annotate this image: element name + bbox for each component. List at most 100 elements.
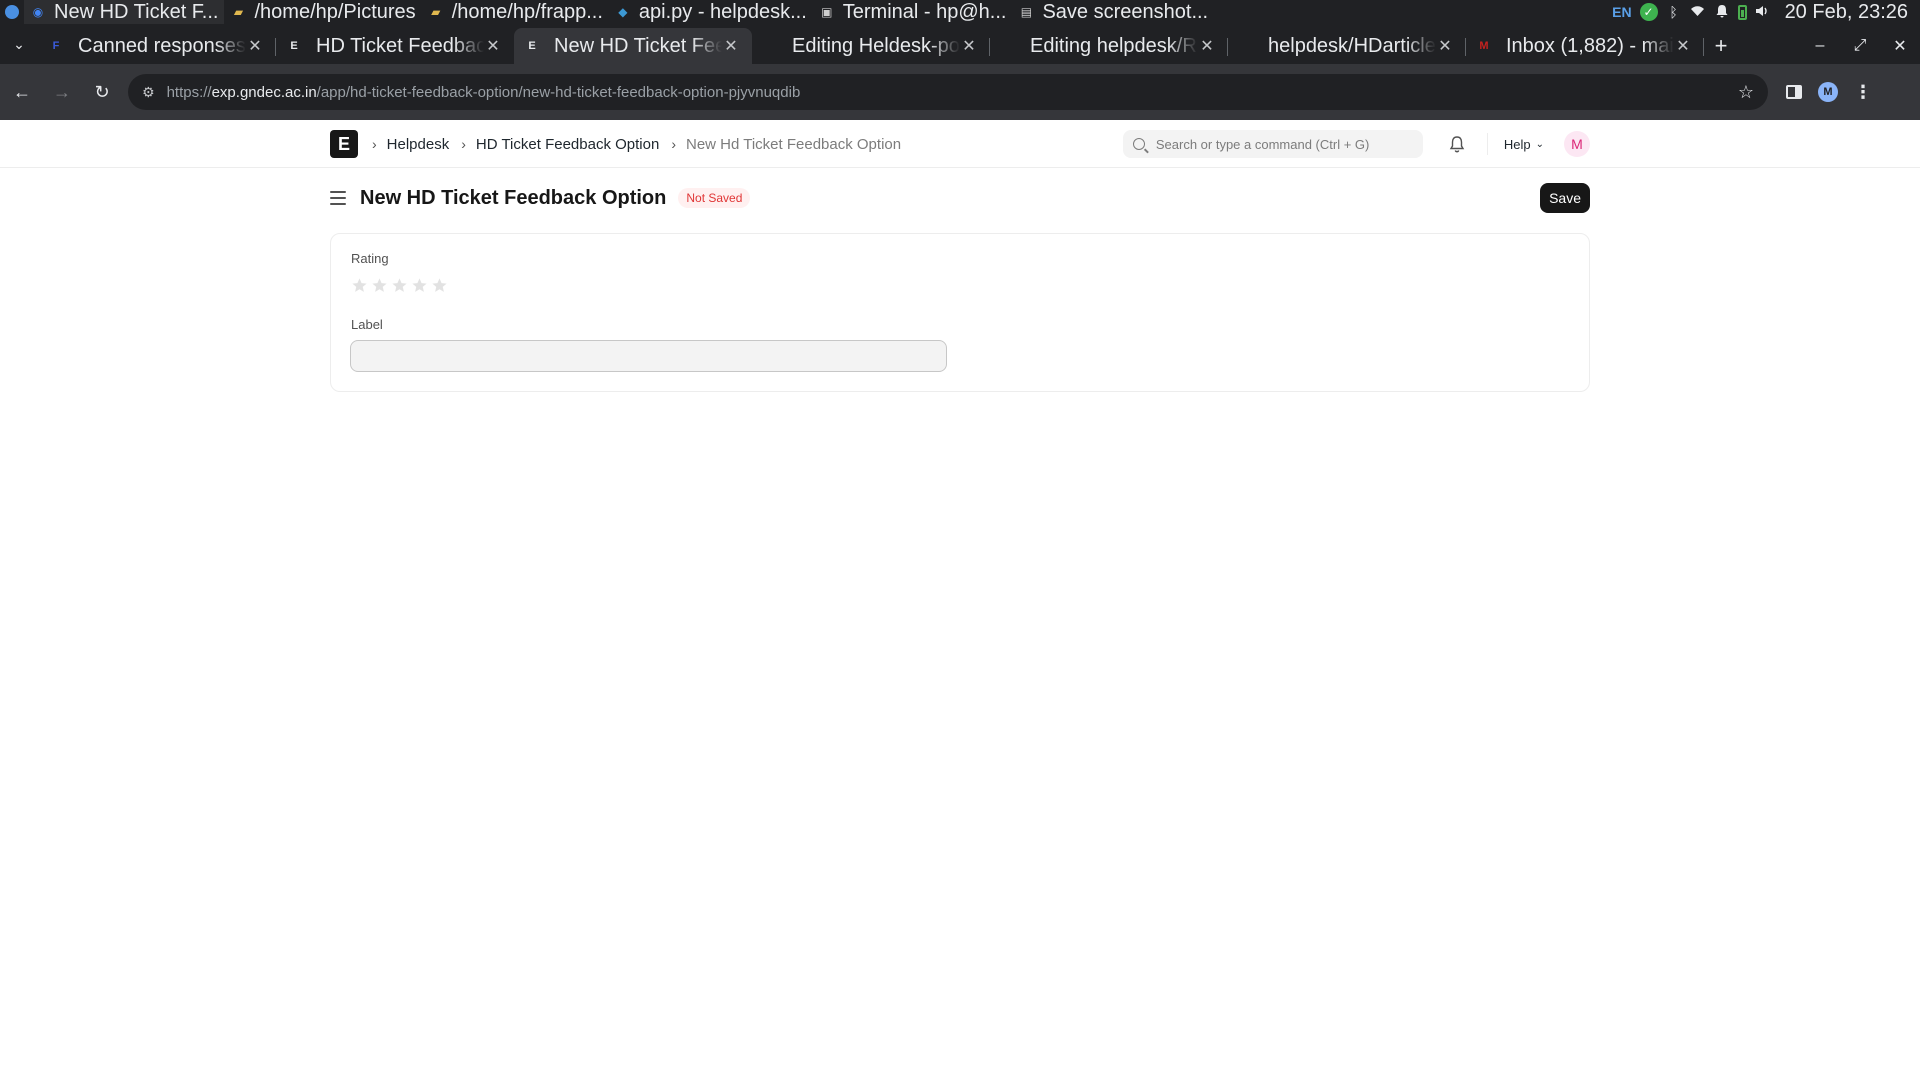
taskbar-item-label: Terminal - hp@h...	[842, 0, 1007, 23]
rating-field[interactable]	[351, 277, 448, 294]
restore-icon[interactable]: ⤢	[1840, 37, 1880, 55]
bluetooth-icon[interactable]: ᛒ	[1666, 4, 1682, 20]
chevron-right-icon: ›	[372, 136, 377, 152]
browser-tab-strip: ⌄ FCanned responses✕EHD Ticket Feedback …	[0, 24, 1920, 64]
taskbar-item[interactable]: ▤ Save screenshot...	[1012, 0, 1214, 24]
taskbar-item[interactable]: ▰ /home/hp/frapp...	[422, 0, 609, 24]
browser-toolbar: ← → ↻ ⚙ https://exp.gndec.ac.in/app/hd-t…	[0, 64, 1920, 120]
browser-tab[interactable]: M Inbox (1,882) - mail ✕	[1466, 28, 1704, 64]
save-button[interactable]: Save	[1540, 183, 1590, 213]
help-label: Help	[1503, 136, 1531, 152]
label-field-label: Label	[351, 317, 383, 332]
side-panel-icon[interactable]	[1786, 85, 1802, 99]
user-avatar[interactable]: M	[1564, 131, 1590, 157]
window-controls: – ⤢ ✕	[1800, 28, 1920, 64]
tab-close-icon[interactable]: ✕	[484, 36, 502, 56]
battery-icon[interactable]	[1737, 4, 1747, 20]
tab-close-icon[interactable]: ✕	[1674, 36, 1692, 56]
rating-star-icon[interactable]	[431, 277, 448, 294]
tab-close-icon[interactable]: ✕	[960, 36, 978, 56]
browser-profile-avatar[interactable]: M	[1818, 82, 1838, 102]
notifications-bell-icon[interactable]	[1449, 135, 1465, 153]
browser-tab[interactable]: E New HD Ticket Feedback Option✕	[514, 28, 752, 64]
screenshot-icon: ▤	[1020, 5, 1033, 19]
taskbar-item-label: /home/hp/frapp...	[451, 0, 603, 23]
browser-tab[interactable]: Editing helpdesk/README✕	[990, 28, 1228, 64]
wifi-icon[interactable]	[1690, 4, 1706, 20]
tab-title: Editing helpdesk/README	[1030, 34, 1198, 57]
taskbar-item[interactable]: ▣ Terminal - hp@h...	[813, 0, 1013, 24]
address-bar[interactable]: ⚙ https://exp.gndec.ac.in/app/hd-ticket-…	[128, 74, 1768, 110]
breadcrumb-helpdesk[interactable]: Helpdesk	[387, 136, 450, 153]
close-window-icon[interactable]: ✕	[1880, 36, 1920, 56]
tab-title: Editing Heldesk-portal	[792, 34, 960, 57]
browser-tab[interactable]: helpdesk/HDarticle ✕	[1228, 28, 1466, 64]
app-logo[interactable]: E	[330, 130, 358, 158]
taskbar-item-label: New HD Ticket F...	[54, 0, 219, 23]
browser-tab[interactable]: E HD Ticket Feedback Option✕	[276, 28, 514, 64]
label-input[interactable]	[350, 340, 947, 372]
tab-favicon-icon	[1238, 38, 1254, 54]
url-text[interactable]: https://exp.gndec.ac.in/app/hd-ticket-fe…	[167, 84, 801, 101]
tab-favicon-icon: E	[528, 40, 536, 52]
rating-star-icon[interactable]	[371, 277, 388, 294]
chevron-right-icon: ›	[461, 136, 466, 152]
forward-arrow-icon[interactable]: →	[44, 74, 80, 110]
bookmark-star-icon[interactable]: ☆	[1738, 82, 1754, 103]
rating-label: Rating	[351, 251, 389, 266]
tab-favicon-icon: E	[290, 40, 298, 52]
tab-favicon-icon: F	[52, 40, 60, 52]
rating-star-icon[interactable]	[351, 277, 368, 294]
browser-menu-icon[interactable]: ⋮	[1854, 82, 1872, 103]
os-taskbar: ◉ New HD Ticket F... ▰ /home/hp/Pictures ▰ /h…	[0, 0, 1920, 24]
clock[interactable]: 20 Feb, 23:26	[1785, 1, 1908, 24]
page-head: New HD Ticket Feedback Option Not Saved …	[330, 182, 1590, 214]
tab-title: HD Ticket Feedback Option	[316, 34, 484, 57]
form-section: Rating Label	[330, 233, 1590, 392]
volume-icon[interactable]	[1755, 4, 1771, 20]
taskbar-item-label: /home/hp/Pictures	[254, 0, 416, 23]
back-arrow-icon[interactable]: ←	[4, 74, 40, 110]
sidebar-toggle-icon[interactable]	[330, 191, 346, 205]
tab-favicon-icon	[762, 38, 778, 54]
tab-title: Inbox (1,882) - mail	[1506, 34, 1674, 57]
new-tab-button[interactable]: +	[1704, 28, 1738, 64]
system-tray: EN ✓ ᛒ 20 Feb, 23:26	[1612, 0, 1920, 24]
search-placeholder: Search or type a command (Ctrl + G)	[1155, 136, 1370, 152]
awesomebar-search-input[interactable]: Search or type a command (Ctrl + G)	[1122, 130, 1423, 158]
rating-star-icon[interactable]	[391, 277, 408, 294]
taskbar-item-label: api.py - helpdesk...	[638, 0, 807, 23]
breadcrumb-doctype[interactable]: HD Ticket Feedback Option	[476, 136, 659, 153]
chevron-down-icon: ⌄	[1535, 138, 1544, 150]
app-navbar: E › Helpdesk › HD Ticket Feedback Option…	[0, 120, 1920, 168]
taskbar-item-label: Save screenshot...	[1042, 0, 1209, 23]
reload-icon[interactable]: ↻	[84, 74, 120, 110]
tab-close-icon[interactable]: ✕	[246, 36, 264, 56]
site-settings-icon[interactable]: ⚙	[142, 84, 155, 101]
status-badge: Not Saved	[678, 188, 751, 208]
tab-favicon-icon: M	[1479, 40, 1489, 52]
update-status-icon[interactable]: ✓	[1639, 3, 1658, 21]
minimize-icon[interactable]: –	[1800, 37, 1840, 55]
browser-tab[interactable]: Editing Heldesk-portal✕	[752, 28, 990, 64]
taskbar-item[interactable]: ◆ api.py - helpdesk...	[609, 0, 813, 24]
help-dropdown[interactable]: Help ⌄	[1486, 133, 1544, 155]
browser-tab[interactable]: F Canned responses ✕	[38, 28, 276, 64]
page-title: New HD Ticket Feedback Option	[360, 186, 667, 209]
tab-favicon-icon	[1000, 38, 1016, 54]
tab-close-icon[interactable]: ✕	[1198, 36, 1216, 56]
vscode-icon: ◆	[618, 5, 628, 19]
breadcrumb-current: New Hd Ticket Feedback Option	[685, 135, 902, 153]
tab-close-icon[interactable]: ✕	[1436, 36, 1454, 56]
tab-close-icon[interactable]: ✕	[722, 36, 740, 56]
rating-star-icon[interactable]	[411, 277, 428, 294]
taskbar-item[interactable]: ◉ New HD Ticket F...	[24, 0, 225, 24]
tab-title: helpdesk/HDarticle	[1268, 34, 1436, 57]
tab-title: Canned responses	[78, 34, 246, 57]
notification-bell-icon[interactable]	[1714, 4, 1730, 21]
app-launcher-icon[interactable]	[0, 0, 24, 24]
folder-icon: ▰	[431, 5, 441, 19]
taskbar-item[interactable]: ▰ /home/hp/Pictures	[224, 0, 421, 24]
tab-search-chevron-icon[interactable]: ⌄	[0, 24, 38, 64]
keyboard-layout-indicator[interactable]: EN	[1612, 4, 1631, 20]
